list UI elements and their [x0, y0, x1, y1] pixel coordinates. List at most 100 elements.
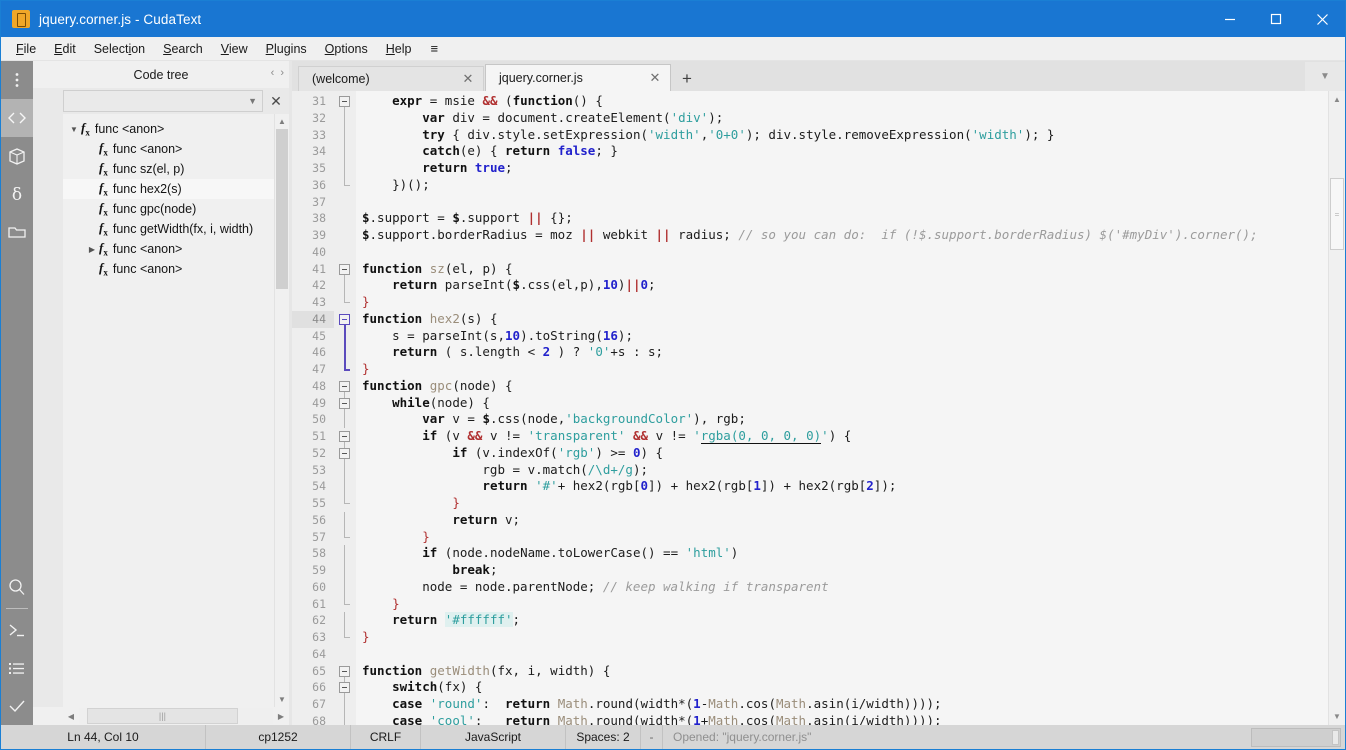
editor-scroll-down-icon[interactable]: ▼ [1329, 708, 1345, 725]
code-line[interactable]: } [356, 294, 1328, 311]
code-line[interactable]: function getWidth(fx, i, width) { [356, 663, 1328, 680]
code-line[interactable] [356, 244, 1328, 261]
menu-edit[interactable]: Edit [45, 40, 85, 58]
menu-options[interactable]: Options [316, 40, 377, 58]
fold-toggle-icon[interactable] [339, 431, 350, 442]
output-list-icon[interactable] [1, 649, 33, 687]
editor-scroll-up-icon[interactable]: ▲ [1329, 91, 1345, 108]
fold-toggle-icon[interactable] [339, 263, 350, 275]
scroll-down-icon[interactable]: ▼ [275, 692, 289, 707]
code-line[interactable]: function hex2(s) { [356, 311, 1328, 328]
fold-toggle-icon[interactable] [339, 397, 350, 409]
menu-overflow-icon[interactable]: ≡ [420, 39, 448, 58]
code-tree-hscroll-track[interactable]: ||| [79, 708, 273, 724]
code-text[interactable]: expr = msie && (function() { var div = d… [356, 91, 1328, 725]
code-line[interactable]: $.support.borderRadius = moz || webkit |… [356, 227, 1328, 244]
code-tree-scroll-thumb[interactable] [276, 129, 288, 289]
scroll-right-icon[interactable]: ▶ [273, 708, 289, 724]
code-line[interactable]: expr = msie && (function() { [356, 93, 1328, 110]
code-line[interactable]: return true; [356, 160, 1328, 177]
fold-toggle-icon[interactable] [339, 665, 350, 677]
fold-toggle-icon[interactable] [339, 313, 350, 325]
code-line[interactable]: return ( s.length < 2 ) ? '0'+s : s; [356, 344, 1328, 361]
code-line[interactable]: })(); [356, 177, 1328, 194]
code-line[interactable]: return parseInt($.css(el,p),10)||0; [356, 277, 1328, 294]
code-tree-node[interactable]: fx func <anon> [63, 139, 274, 159]
twisty-collapsed-icon[interactable]: ▶ [85, 245, 99, 254]
code-line[interactable]: if (v.indexOf('rgb') >= 0) { [356, 445, 1328, 462]
code-line[interactable]: case 'cool': return Math.round(width*(1+… [356, 713, 1328, 725]
tab-list-dropdown[interactable]: ▼ [1305, 62, 1345, 91]
code-tree-node[interactable]: fx func hex2(s) [63, 179, 274, 199]
status-lexer[interactable]: JavaScript [421, 725, 566, 749]
code-line[interactable]: switch(fx) { [356, 679, 1328, 696]
console-icon[interactable] [1, 611, 33, 649]
scroll-left-icon[interactable]: ◀ [63, 708, 79, 724]
minimize-button[interactable] [1207, 1, 1253, 37]
code-line[interactable] [356, 194, 1328, 211]
new-tab-button[interactable]: + [672, 66, 702, 91]
menu-selection[interactable]: Selection [85, 40, 154, 58]
code-line[interactable]: rgb = v.match(/\d+/g); [356, 462, 1328, 479]
code-line[interactable]: while(node) { [356, 395, 1328, 412]
status-caret-position[interactable]: Ln 44, Col 10 [1, 725, 206, 749]
code-tree-node[interactable]: fx func sz(el, p) [63, 159, 274, 179]
code-line[interactable]: function sz(el, p) { [356, 261, 1328, 278]
fold-toggle-icon[interactable] [339, 682, 350, 694]
code-tree-filter-combo[interactable]: ▼ [63, 90, 263, 112]
code-line[interactable]: $.support = $.support || {}; [356, 210, 1328, 227]
code-tree-node[interactable]: ▼ fx func <anon> [63, 119, 274, 139]
code-line[interactable]: if (v && v != 'transparent' && v != 'rgb… [356, 428, 1328, 445]
code-line[interactable]: function gpc(node) { [356, 378, 1328, 395]
code-line[interactable]: var div = document.createElement('div'); [356, 110, 1328, 127]
menu-help[interactable]: Help [377, 40, 421, 58]
tab-close-icon[interactable]: ✕ [459, 71, 477, 87]
code-tree-node[interactable]: fx func gpc(node) [63, 199, 274, 219]
search-icon[interactable] [1, 568, 33, 606]
code-line[interactable]: } [356, 361, 1328, 378]
code-line[interactable]: return '#'+ hex2(rgb[0]) + hex2(rgb[1]) … [356, 478, 1328, 495]
nav-prev-icon[interactable]: ‹ [271, 67, 275, 79]
scroll-up-icon[interactable]: ▲ [275, 114, 289, 129]
code-line[interactable]: return v; [356, 512, 1328, 529]
status-line-endings[interactable]: CRLF [351, 725, 421, 749]
code-tree-hscrollbar[interactable]: ◀ ||| ▶ [63, 707, 289, 725]
code-line[interactable]: return '#ffffff'; [356, 612, 1328, 629]
code-line[interactable]: } [356, 629, 1328, 646]
code-line[interactable]: } [356, 495, 1328, 512]
code-line[interactable]: case 'round': return Math.round(width*(1… [356, 696, 1328, 713]
fold-toggle-icon[interactable] [339, 96, 350, 107]
fold-toggle-icon[interactable] [339, 380, 350, 392]
code-viewport[interactable]: 31 32 33 34 35 36 37 38 39 40 41 42 43 44 45 46 47 48 49 50… [292, 91, 1345, 725]
code-tree-hscroll-thumb[interactable]: ||| [86, 708, 239, 724]
status-indent[interactable]: Spaces: 2 [566, 725, 641, 749]
project-box-icon[interactable] [1, 137, 33, 175]
folder-icon[interactable] [1, 213, 33, 251]
code-tree-scroll-track[interactable] [275, 129, 289, 692]
editor-vscrollbar[interactable]: ▲ = ▼ [1328, 91, 1345, 725]
menu-view[interactable]: View [212, 40, 257, 58]
code-tree-close-button[interactable]: ✕ [263, 88, 289, 114]
fold-toggle-icon[interactable] [339, 447, 350, 459]
editor-scroll-thumb[interactable]: = [1330, 178, 1344, 250]
twisty-expanded-icon[interactable]: ▼ [67, 125, 81, 134]
fold-gutter[interactable] [334, 91, 356, 725]
editor-scroll-track[interactable]: = [1329, 108, 1345, 708]
code-line[interactable]: } [356, 596, 1328, 613]
close-button[interactable] [1299, 1, 1345, 37]
delta-icon[interactable]: δ [1, 175, 33, 213]
maximize-button[interactable] [1253, 1, 1299, 37]
code-line[interactable]: s = parseInt(s,10).toString(16); [356, 328, 1328, 345]
code-line[interactable]: if (node.nodeName.toLowerCase() == 'html… [356, 545, 1328, 562]
code-line[interactable]: break; [356, 562, 1328, 579]
code-tree-vscrollbar[interactable]: ▲ ▼ [274, 114, 289, 707]
code-line[interactable]: catch(e) { return false; } [356, 143, 1328, 160]
code-tree-icon[interactable] [1, 99, 33, 137]
code-tree-node[interactable]: fx func getWidth(fx, i, width) [63, 219, 274, 239]
menu-dots-icon[interactable] [1, 61, 33, 99]
code-tree-node[interactable]: fx func <anon> [63, 259, 274, 279]
code-line[interactable]: var v = $.css(node,'backgroundColor'), r… [356, 411, 1328, 428]
nav-next-icon[interactable]: › [280, 67, 284, 79]
editor-tab[interactable]: (welcome) ✕ [298, 66, 484, 91]
code-tree-list[interactable]: ▼ fx func <anon> fx func <anon> fx func sz(el,… [63, 114, 274, 707]
